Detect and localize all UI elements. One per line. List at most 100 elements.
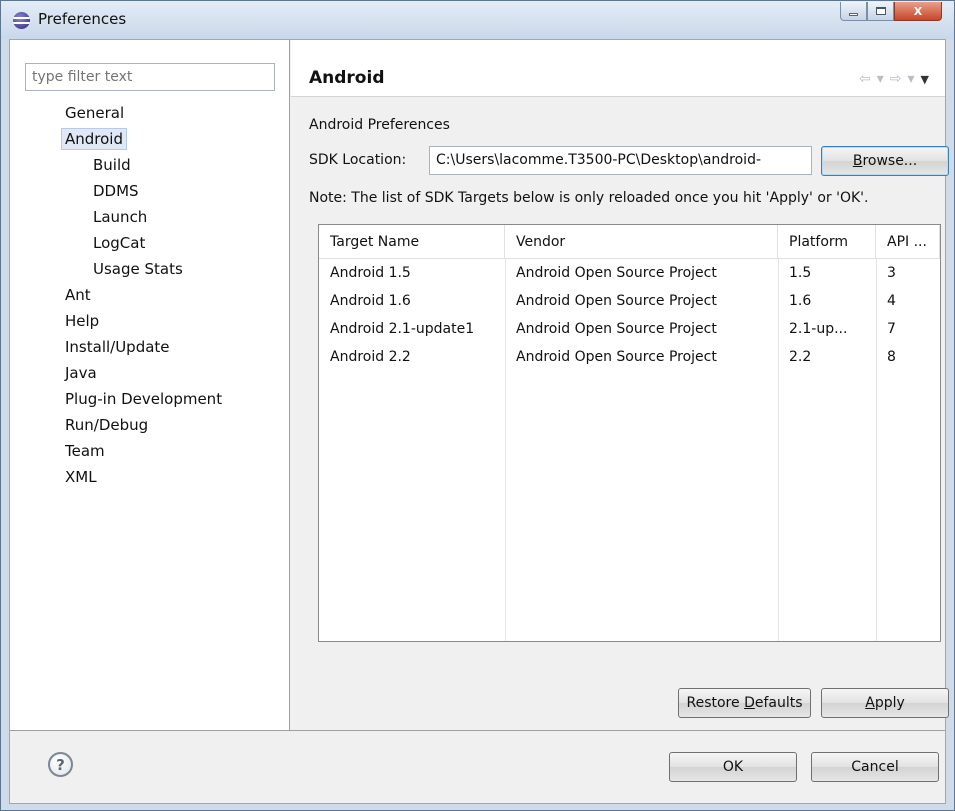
apply-button[interactable]: Apply — [821, 688, 949, 718]
table-cell: 2.2 — [789, 349, 812, 365]
tree-item-label: Java — [65, 364, 97, 382]
page-header: Android ⇦ ▾ ⇨ ▾ ▼ — [291, 40, 945, 97]
browse-button[interactable]: Browse... — [821, 146, 949, 176]
tree-item-android[interactable]: Android — [10, 126, 290, 152]
tree-item-label: Android — [61, 128, 127, 150]
table-cell: 7 — [887, 321, 896, 337]
restore-defaults-button[interactable]: Restore Defaults — [678, 688, 811, 718]
table-cell: Android Open Source Project — [516, 349, 717, 365]
dialog-client: General Android Build DDMS Launch LogCat Usage… — [9, 39, 949, 804]
table-header: Target Name Vendor Platform API ... — [319, 225, 940, 259]
table-cell: Android Open Source Project — [516, 265, 717, 281]
maximize-icon — [875, 7, 886, 15]
column-divider — [778, 259, 779, 641]
reload-note: Note: The list of SDK Targets below is o… — [309, 190, 869, 206]
tree-item-install-update[interactable]: Install/Update — [10, 334, 290, 360]
help-icon[interactable]: ? — [48, 752, 73, 777]
tree-item-label: Plug-in Development — [65, 390, 223, 408]
eclipse-icon — [13, 12, 30, 29]
page-navigation: ⇦ ▾ ⇨ ▾ ▼ — [859, 71, 929, 87]
tree-item-ant[interactable]: Ant — [10, 282, 290, 308]
tree-item-logcat[interactable]: LogCat — [10, 230, 290, 256]
table-cell: Android 2.2 — [330, 349, 411, 365]
column-divider — [876, 259, 877, 641]
back-icon[interactable]: ⇦ — [859, 71, 871, 87]
column-header[interactable]: Platform — [778, 225, 876, 259]
forward-icon[interactable]: ⇨ — [890, 71, 902, 87]
filter-input[interactable] — [25, 63, 275, 91]
table-cell: Android 2.1-update1 — [330, 321, 475, 337]
restore-label-rest: efaults — [754, 695, 803, 711]
tree-item-plug-in-development[interactable]: Plug-in Development — [10, 386, 290, 412]
tree-item-build[interactable]: Build — [10, 152, 290, 178]
section-label: Android Preferences — [309, 117, 450, 133]
tree-item-usage-stats[interactable]: Usage Stats — [10, 256, 290, 282]
table-cell: 1.6 — [789, 293, 812, 309]
restore-label-pre: Restore — [686, 695, 745, 711]
minimize-button[interactable] — [840, 2, 867, 21]
tree-item-label: Install/Update — [65, 338, 170, 356]
tree-item-help[interactable]: Help — [10, 308, 290, 334]
table-cell: 2.1-up... — [789, 321, 848, 337]
minimize-icon — [849, 13, 858, 16]
table-cell: Android Open Source Project — [516, 293, 717, 309]
tree-item-label: Help — [65, 312, 100, 330]
page-title: Android — [309, 68, 385, 88]
preference-tree-pane: General Android Build DDMS Launch LogCat Usage… — [10, 40, 290, 730]
table-cell: 4 — [887, 293, 896, 309]
column-header[interactable]: Vendor — [505, 225, 778, 259]
column-header[interactable]: Target Name — [319, 225, 505, 259]
tree-item-label: Launch — [93, 208, 148, 226]
table-row[interactable]: Android 1.6 Android Open Source Project 1.… — [319, 287, 940, 315]
ok-button[interactable]: OK — [669, 752, 797, 782]
tree-item-label: DDMS — [93, 182, 139, 200]
tree-item-label: Ant — [65, 286, 91, 304]
table-cell: Android 1.5 — [330, 265, 411, 281]
browse-mnemonic: B — [852, 153, 863, 169]
tree-item-java[interactable]: Java — [10, 360, 290, 386]
preference-tree: General Android Build DDMS Launch LogCat Usage… — [10, 100, 290, 490]
table-cell: 3 — [887, 265, 896, 281]
cancel-button[interactable]: Cancel — [811, 752, 939, 782]
preferences-window: Preferences X General Android Build DDMS Lau… — [0, 0, 955, 811]
tree-item-ddms[interactable]: DDMS — [10, 178, 290, 204]
title-bar: Preferences X — [1, 1, 954, 39]
tree-item-run-debug[interactable]: Run/Debug — [10, 412, 290, 438]
back-dropdown-icon[interactable]: ▾ — [877, 71, 884, 87]
tree-item-team[interactable]: Team — [10, 438, 290, 464]
sdk-location-input[interactable]: C:\Users\lacomme.T3500-PC\Desktop\androi… — [429, 146, 812, 175]
tree-item-xml[interactable]: XML — [10, 464, 290, 490]
tree-item-label: Usage Stats — [93, 260, 183, 278]
browse-label-rest: rowse... — [862, 153, 918, 169]
tree-item-label: General — [65, 104, 125, 122]
dialog-button-bar: ? OK Cancel — [10, 730, 945, 803]
table-cell: 8 — [887, 349, 896, 365]
tree-item-label: XML — [65, 468, 97, 486]
apply-label-rest: pply — [874, 695, 905, 711]
maximize-button[interactable] — [867, 2, 894, 21]
column-divider — [505, 259, 506, 641]
table-row[interactable]: Android 1.5 Android Open Source Project 1.… — [319, 259, 940, 287]
window-title: Preferences — [38, 10, 127, 28]
table-row[interactable]: Android 2.1-update1 Android Open Source P… — [319, 315, 940, 343]
tree-item-general[interactable]: General — [10, 100, 290, 126]
table-cell: 1.5 — [789, 265, 812, 281]
tree-item-label: Build — [93, 156, 131, 174]
table-cell: Android Open Source Project — [516, 321, 717, 337]
forward-dropdown-icon[interactable]: ▾ — [908, 71, 915, 87]
sdk-targets-table[interactable]: Target Name Vendor Platform API ... Android… — [318, 224, 941, 642]
table-row[interactable]: Android 2.2 Android Open Source Project 2.… — [319, 343, 940, 371]
sdk-location-label: SDK Location: — [309, 152, 407, 168]
apply-mnemonic: A — [865, 695, 875, 711]
table-cell: Android 1.6 — [330, 293, 411, 309]
close-button[interactable]: X — [894, 2, 942, 21]
tree-item-label: LogCat — [93, 234, 146, 252]
column-header[interactable]: API ... — [876, 225, 940, 259]
preference-page: Android ⇦ ▾ ⇨ ▾ ▼ Android Preferences SD… — [291, 40, 949, 730]
table-body: Android 1.5 Android Open Source Project 1.… — [319, 259, 940, 641]
tree-item-label: Team — [65, 442, 105, 460]
caption-buttons: X — [840, 2, 942, 21]
view-menu-icon[interactable]: ▼ — [921, 73, 929, 86]
restore-mnemonic: D — [744, 695, 755, 711]
tree-item-launch[interactable]: Launch — [10, 204, 290, 230]
